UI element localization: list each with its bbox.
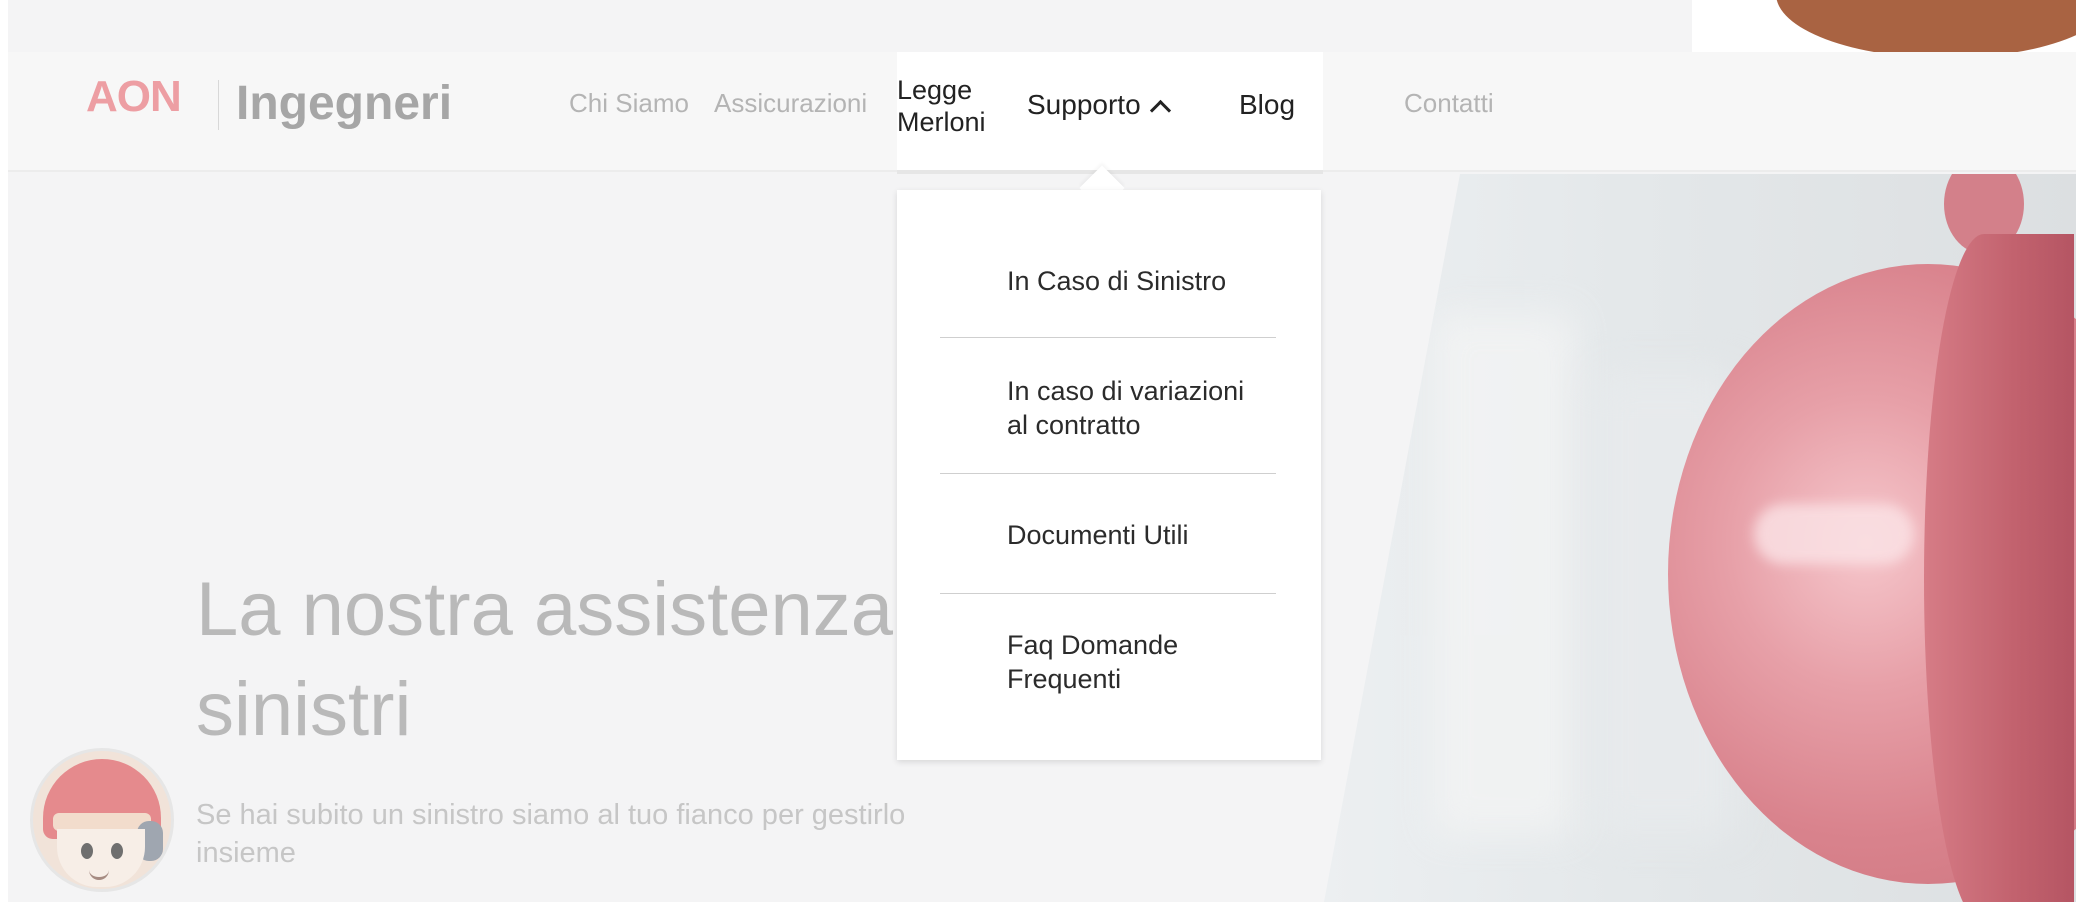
chevron-up-icon	[1149, 99, 1171, 122]
dropdown-divider	[940, 473, 1276, 474]
hero-subtitle: Se hai subito un sinistro siamo al tuo f…	[196, 796, 1016, 872]
mascot-eye	[81, 843, 93, 859]
dropdown-item-label: Frequenti	[1007, 664, 1122, 694]
hero-subtitle-line: insieme	[196, 837, 296, 869]
hero-title: La nostra assistenza sinistri	[196, 560, 916, 760]
nav-legge-line: Legge	[897, 75, 973, 105]
dropdown-item-label: Documenti Utili	[1007, 520, 1189, 550]
nav-contatti[interactable]: Contatti	[1404, 88, 1494, 119]
hero-title-line: sinistri	[196, 667, 412, 752]
dropdown-item-label: al contratto	[1007, 410, 1141, 440]
dropdown-item-label: In caso di variazioni	[1007, 376, 1245, 406]
nav-legge-merloni[interactable]: Legge Merloni	[897, 74, 986, 138]
nav-supporto-label: Supporto	[1027, 89, 1141, 120]
logo-divider	[218, 80, 219, 130]
dropdown-item-label: Faq Domande	[1007, 630, 1179, 660]
nav-assicurazioni[interactable]: Assicurazioni	[714, 88, 867, 119]
hero-image-lamp-rim	[1924, 234, 2074, 902]
hero-image-lamp-shine	[1754, 504, 1914, 564]
dropdown-item-label: In Caso di Sinistro	[1007, 266, 1227, 296]
supporto-dropdown-menu: In Caso di Sinistro In caso di variazion…	[897, 190, 1321, 760]
chatbot-avatar-icon[interactable]	[30, 748, 174, 892]
hero-image-blur	[1434, 314, 1574, 834]
site-name[interactable]: Ingegneri	[236, 76, 452, 131]
dropdown-divider	[940, 593, 1276, 594]
dropdown-item-in-caso-di-sinistro[interactable]: In Caso di Sinistro	[1007, 264, 1287, 298]
dropdown-item-documenti-utili[interactable]: Documenti Utili	[1007, 518, 1287, 552]
nav-legge-line: Merloni	[897, 107, 986, 137]
dropdown-item-faq[interactable]: Faq Domande Frequenti	[1007, 628, 1287, 696]
hero-subtitle-line: Se hai subito un sinistro siamo al tuo f…	[196, 799, 906, 831]
mascot-eye	[111, 843, 123, 859]
nav-supporto[interactable]: Supporto	[1027, 89, 1171, 122]
aon-logo[interactable]: AON	[86, 72, 182, 122]
nav-chi-siamo[interactable]: Chi Siamo	[569, 88, 689, 119]
dropdown-item-variazioni-contratto[interactable]: In caso di variazioni al contratto	[1007, 374, 1287, 442]
hero-title-line: La nostra assistenza	[196, 567, 894, 652]
dropdown-divider	[940, 337, 1276, 338]
nav-blog[interactable]: Blog	[1239, 89, 1295, 121]
